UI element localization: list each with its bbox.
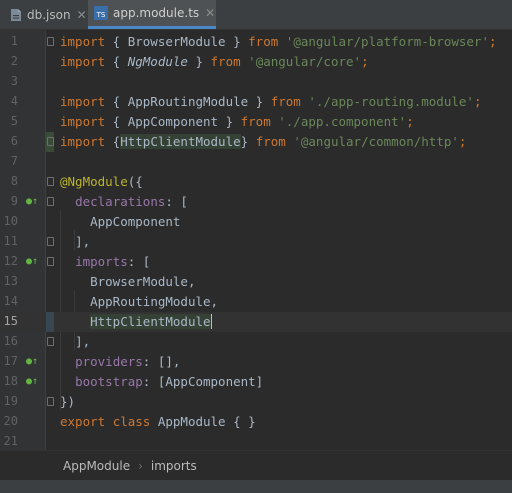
tab-label: app.module.ts <box>113 6 200 20</box>
code-text: import { NgModule } from '@angular/core'… <box>60 54 369 69</box>
code-text: bootstrap: [AppComponent] <box>75 374 264 389</box>
code-line[interactable]: 2 import { NgModule } from '@angular/cor… <box>0 52 512 72</box>
line-number: 1 <box>10 34 18 48</box>
line-number: 7 <box>10 154 18 168</box>
line-number: 6 <box>10 134 18 148</box>
bottom-panel-edge <box>0 480 512 493</box>
code-line[interactable]: 14 AppRoutingModule, <box>0 292 512 312</box>
fold-marker[interactable] <box>47 397 54 406</box>
current-code-line[interactable]: 15 HttpClientModule <box>0 312 512 332</box>
line-number: 8 <box>10 174 18 188</box>
text-caret <box>210 314 212 329</box>
override-marker-icon[interactable]: ●↑ <box>26 195 40 209</box>
code-text: @NgModule({ <box>60 174 143 189</box>
code-text: imports: [ <box>75 254 151 269</box>
line-number: 5 <box>10 114 18 128</box>
line-number: 18 <box>3 374 18 388</box>
code-text: BrowserModule, <box>90 274 196 289</box>
code-line[interactable]: 20 export class AppModule { } <box>0 412 512 432</box>
code-text: ], <box>75 334 91 349</box>
fold-marker[interactable] <box>47 337 54 346</box>
close-icon[interactable]: ✕ <box>205 6 215 20</box>
code-text: AppComponent <box>90 214 181 229</box>
line-number: 2 <box>10 54 18 68</box>
code-line[interactable]: 3 <box>0 72 512 92</box>
code-line[interactable]: 21 <box>0 432 512 452</box>
code-line[interactable]: 1 import { BrowserModule } from '@angula… <box>0 32 512 52</box>
override-marker-icon[interactable]: ●↑ <box>26 255 40 269</box>
typescript-file-icon: TS <box>94 6 108 20</box>
fold-marker[interactable] <box>47 37 54 46</box>
tab-label: db.json <box>27 7 71 22</box>
code-line[interactable]: 13 BrowserModule, <box>0 272 512 292</box>
override-marker-icon[interactable]: ●↑ <box>26 375 40 389</box>
code-line[interactable]: 11 ], <box>0 232 512 252</box>
code-line[interactable]: 6 import {HttpClientModule} from '@angul… <box>0 132 512 152</box>
line-number: 13 <box>3 274 18 288</box>
code-text: ], <box>75 234 91 249</box>
code-text: import {HttpClientModule} from '@angular… <box>60 134 467 149</box>
fold-marker[interactable] <box>47 177 54 186</box>
code-text: HttpClientModule <box>90 314 212 329</box>
code-line[interactable]: 19 }) <box>0 392 512 412</box>
code-line[interactable]: 10 AppComponent <box>0 212 512 232</box>
line-number: 16 <box>3 334 18 348</box>
code-text: export class AppModule { } <box>60 414 256 429</box>
code-text: declarations: [ <box>75 194 188 209</box>
json-file-icon <box>10 8 22 22</box>
line-number: 15 <box>3 314 18 328</box>
code-line[interactable]: 8 @NgModule({ <box>0 172 512 192</box>
fold-marker[interactable] <box>47 197 54 206</box>
code-line[interactable]: 12 ●↑ imports: [ <box>0 252 512 272</box>
code-line[interactable]: 17 ●↑ providers: [], <box>0 352 512 372</box>
code-text: }) <box>60 394 76 409</box>
code-text: import { AppComponent } from './app.comp… <box>60 114 414 129</box>
code-text: import { BrowserModule } from '@angular/… <box>60 34 497 49</box>
line-number: 14 <box>3 294 18 308</box>
line-number: 17 <box>3 354 18 368</box>
code-line[interactable]: 5 import { AppComponent } from './app.co… <box>0 112 512 132</box>
line-number: 9 <box>10 194 18 208</box>
code-line[interactable]: 9 ●↑ declarations: [ <box>0 192 512 212</box>
breadcrumb-separator-icon: › <box>138 458 143 473</box>
code-editor[interactable]: 1 import { BrowserModule } from '@angula… <box>0 30 512 450</box>
line-number: 3 <box>10 74 18 88</box>
breadcrumb-item[interactable]: imports <box>151 459 197 473</box>
line-number: 20 <box>3 414 18 428</box>
code-text: AppRoutingModule, <box>90 294 219 309</box>
code-text: providers: [], <box>75 354 181 369</box>
vcs-change-marker[interactable] <box>46 312 54 332</box>
line-number: 10 <box>3 214 18 228</box>
tab-db-json[interactable]: db.json ✕ <box>4 0 87 29</box>
svg-text:TS: TS <box>96 11 106 19</box>
override-marker-icon[interactable]: ●↑ <box>26 355 40 369</box>
breadcrumb-item[interactable]: AppModule <box>63 459 130 473</box>
breadcrumb: AppModule › imports <box>0 450 512 480</box>
code-line[interactable]: 7 <box>0 152 512 172</box>
code-line[interactable]: 4 import { AppRoutingModule } from './ap… <box>0 92 512 112</box>
line-number: 4 <box>10 94 18 108</box>
editor-tab-bar: db.json ✕ TS app.module.ts ✕ <box>0 0 512 30</box>
fold-marker[interactable] <box>47 137 54 146</box>
code-line[interactable]: 16 ], <box>0 332 512 352</box>
fold-marker[interactable] <box>47 257 54 266</box>
line-number: 11 <box>3 234 18 248</box>
line-number: 19 <box>3 394 18 408</box>
close-icon[interactable]: ✕ <box>77 8 87 22</box>
code-text: import { AppRoutingModule } from './app-… <box>60 94 482 109</box>
tab-app-module-ts[interactable]: TS app.module.ts ✕ <box>88 0 216 29</box>
code-line[interactable]: 18 ●↑ bootstrap: [AppComponent] <box>0 372 512 392</box>
fold-marker[interactable] <box>47 237 54 246</box>
line-number: 21 <box>3 434 18 448</box>
line-number: 12 <box>3 254 18 268</box>
